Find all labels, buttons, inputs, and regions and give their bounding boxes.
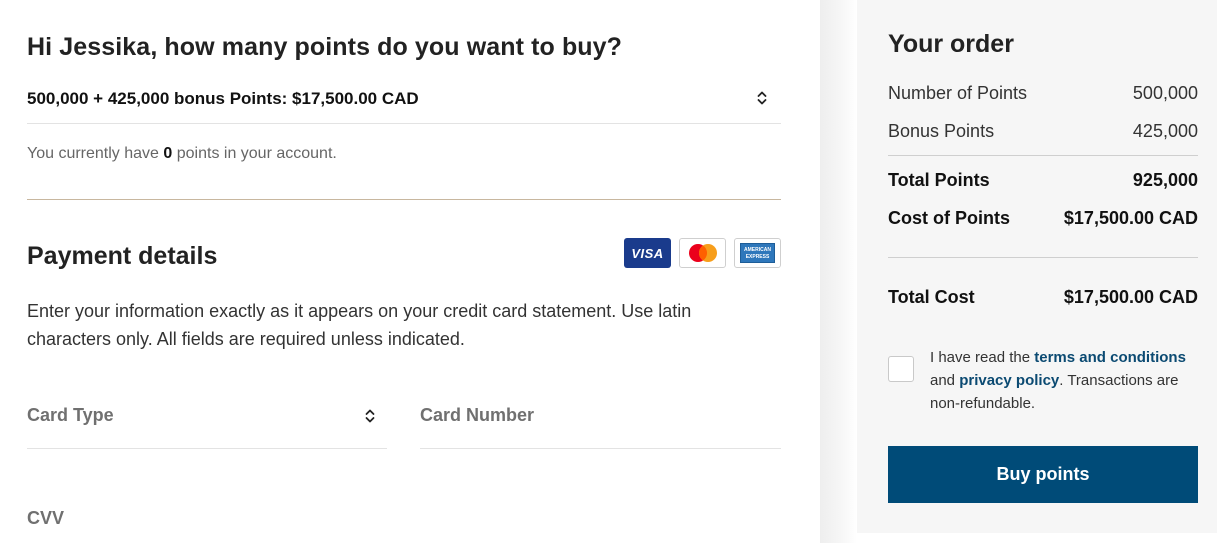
order-summary-panel: Your order Number of Points 500,000 Bonu… [857,0,1217,533]
summary-divider [888,257,1198,258]
card-number-label: Card Number [420,405,535,425]
accepted-cards: VISA AMERICAN EXPRESS [624,238,781,268]
points-purchase-panel: Hi Jessika, how many points do you want … [0,0,820,543]
page-title: Hi Jessika, how many points do you want … [27,33,623,61]
order-summary-heading: Your order [888,30,1014,58]
amex-logo-icon: AMERICAN EXPRESS [734,238,781,268]
summary-divider [888,155,1198,156]
chevron-up-down-icon [757,89,767,107]
mastercard-logo-icon [679,238,726,268]
buy-points-button[interactable]: Buy points [888,446,1198,503]
terms-checkbox[interactable] [888,356,914,382]
card-type-select[interactable]: Card Type [27,393,387,449]
panel-shadow [820,0,857,543]
chevron-up-down-icon [365,407,375,425]
payment-details-heading: Payment details [27,242,218,270]
current-points-text: You currently have 0 points in your acco… [27,145,337,162]
cvv-label: CVV [27,508,65,528]
cvv-field[interactable]: CVV [27,500,387,543]
card-type-label: Card Type [27,405,114,425]
terms-link[interactable]: terms and conditions [1034,349,1186,366]
section-divider [27,199,781,200]
terms-text: I have read the terms and conditions and… [930,349,1186,412]
payment-instructions: Enter your information exactly as it app… [27,301,692,349]
points-package-select[interactable]: 500,000 + 425,000 bonus Points: $17,500.… [27,78,781,124]
privacy-policy-link[interactable]: privacy policy [959,372,1059,389]
points-package-value: 500,000 + 425,000 bonus Points: $17,500.… [27,89,419,108]
visa-logo-icon: VISA [624,238,671,268]
current-points-count: 0 [163,145,173,162]
card-number-field[interactable]: Card Number [420,393,781,449]
